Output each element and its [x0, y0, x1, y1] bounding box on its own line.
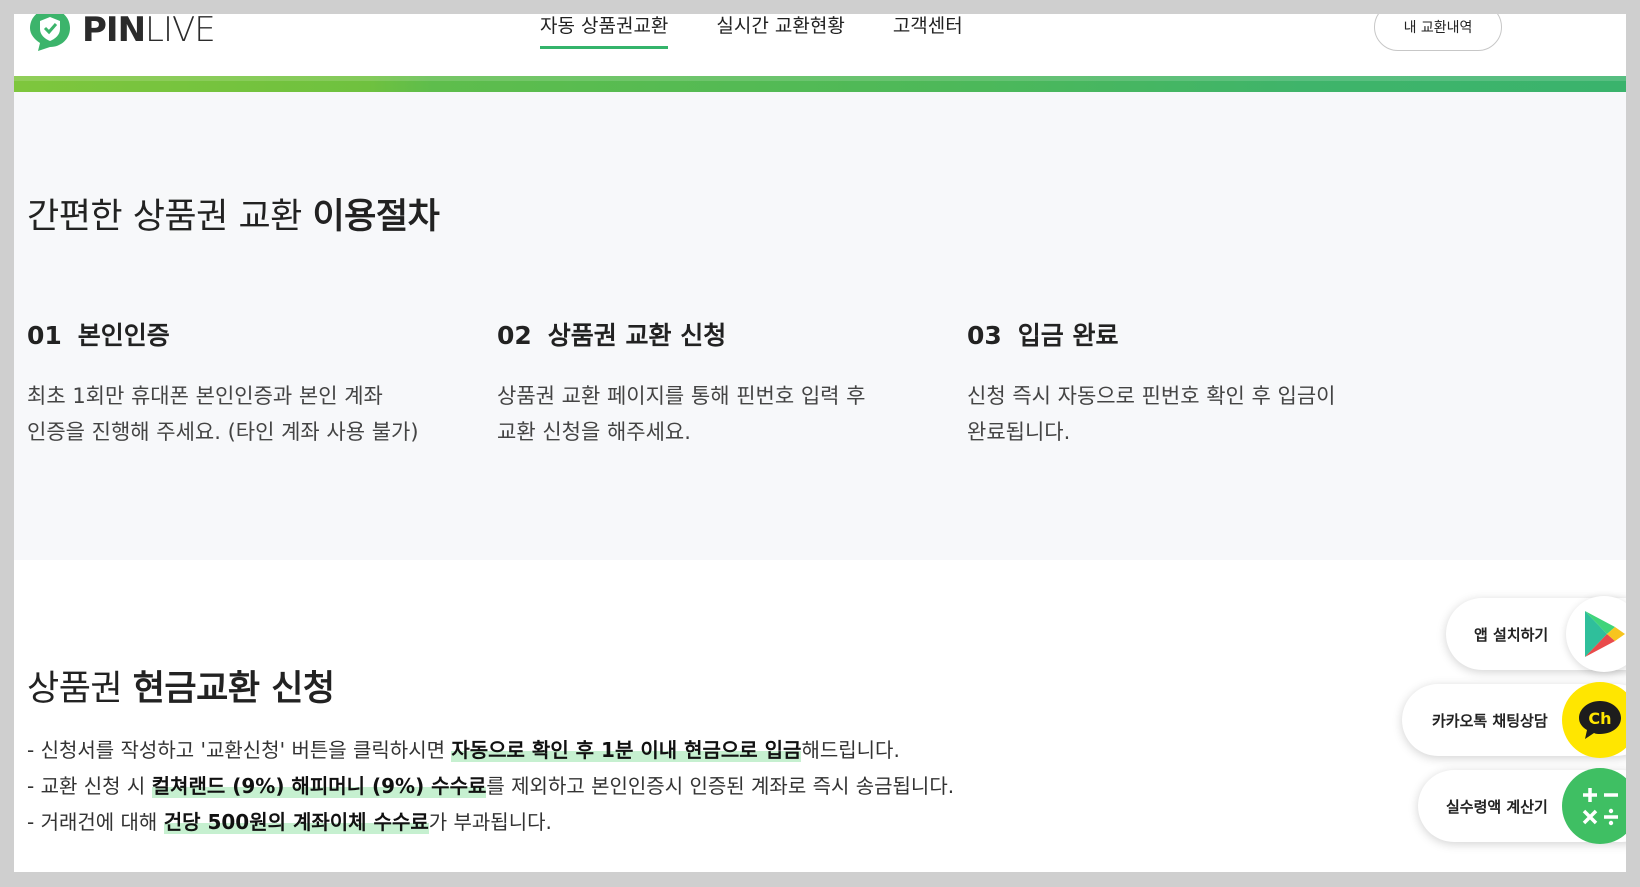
exchange-title: 상품권 현금교환 신청	[27, 669, 335, 709]
logo[interactable]: PINLIVE	[28, 14, 216, 60]
step-2-description: 상품권 교환 페이지를 통해 핀번호 입력 후 교환 신청을 해주세요.	[497, 384, 866, 444]
step-3-heading: 03 입금 완료	[967, 321, 1119, 350]
nav-auto-exchange[interactable]: 자동 상품권교환	[540, 14, 669, 49]
kakao-icon-text: Ch	[1588, 709, 1611, 728]
app-install-label: 앱 설치하기	[1474, 625, 1549, 644]
step-3-description: 신청 즉시 자동으로 핀번호 확인 후 입금이 완료됩니다.	[967, 384, 1336, 444]
kakao-chat-label: 카카오톡 채팅상담	[1432, 711, 1548, 730]
site-header: PINLIVE 자동 상품권교환 실시간 교환현황 고객센터 내 교환내역	[14, 14, 1626, 76]
step-1: 01 본인인증 최초 1회만 휴대폰 본인인증과 본인 계좌 인증을 진행해 주세…	[27, 316, 497, 450]
header-accent-bar	[14, 76, 1626, 92]
page-frame: PINLIVE 자동 상품권교환 실시간 교환현황 고객센터 내 교환내역 간편…	[14, 14, 1626, 872]
note-fee: - 교환 신청 시 컬쳐랜드 (9%) 해피머니 (9%) 수수료를 제외하고 …	[27, 774, 955, 798]
procedure-title: 간편한 상품권 교환 이용절차	[27, 197, 440, 237]
step-2: 02 상품권 교환 신청 상품권 교환 페이지를 통해 핀번호 입력 후 교환 신…	[497, 316, 967, 450]
step-1-description: 최초 1회만 휴대폰 본인인증과 본인 계좌 인증을 진행해 주세요. (타인 …	[27, 384, 419, 444]
kakao-channel-icon: Ch	[1562, 682, 1626, 758]
logo-text: PINLIVE	[82, 14, 216, 50]
exchange-notes: - 신청서를 작성하고 '교환신청' 버튼을 클릭하시면 자동으로 확인 후 1…	[27, 732, 954, 840]
note-transfer-fee: - 거래건에 대해 건당 500원의 계좌이체 수수료가 부과됩니다.	[27, 810, 552, 834]
logo-mark-icon	[30, 14, 70, 51]
calculator-icon	[1562, 768, 1626, 844]
nav-customer-center[interactable]: 고객센터	[893, 14, 963, 49]
step-2-heading: 02 상품권 교환 신청	[497, 321, 727, 350]
salary-calculator-button[interactable]: 실수령액 계산기	[1418, 768, 1626, 844]
google-play-icon	[1566, 596, 1626, 672]
my-exchange-history-button[interactable]: 내 교환내역	[1374, 14, 1502, 51]
note-auto-deposit: - 신청서를 작성하고 '교환신청' 버튼을 클릭하시면 자동으로 확인 후 1…	[27, 738, 900, 762]
nav-realtime-status[interactable]: 실시간 교환현황	[716, 14, 844, 49]
procedure-section: 간편한 상품권 교환 이용절차 01 본인인증 최초 1회만 휴대폰 본인인증과 …	[14, 92, 1626, 560]
step-3: 03 입금 완료 신청 즉시 자동으로 핀번호 확인 후 입금이 완료됩니다.	[967, 316, 1437, 450]
app-install-button[interactable]: 앱 설치하기	[1446, 596, 1626, 672]
salary-calculator-label: 실수령액 계산기	[1446, 797, 1548, 816]
step-1-heading: 01 본인인증	[27, 321, 170, 350]
kakao-chat-button[interactable]: 카카오톡 채팅상담 Ch	[1402, 682, 1626, 758]
main-nav: 자동 상품권교환 실시간 교환현황 고객센터	[540, 14, 1011, 49]
